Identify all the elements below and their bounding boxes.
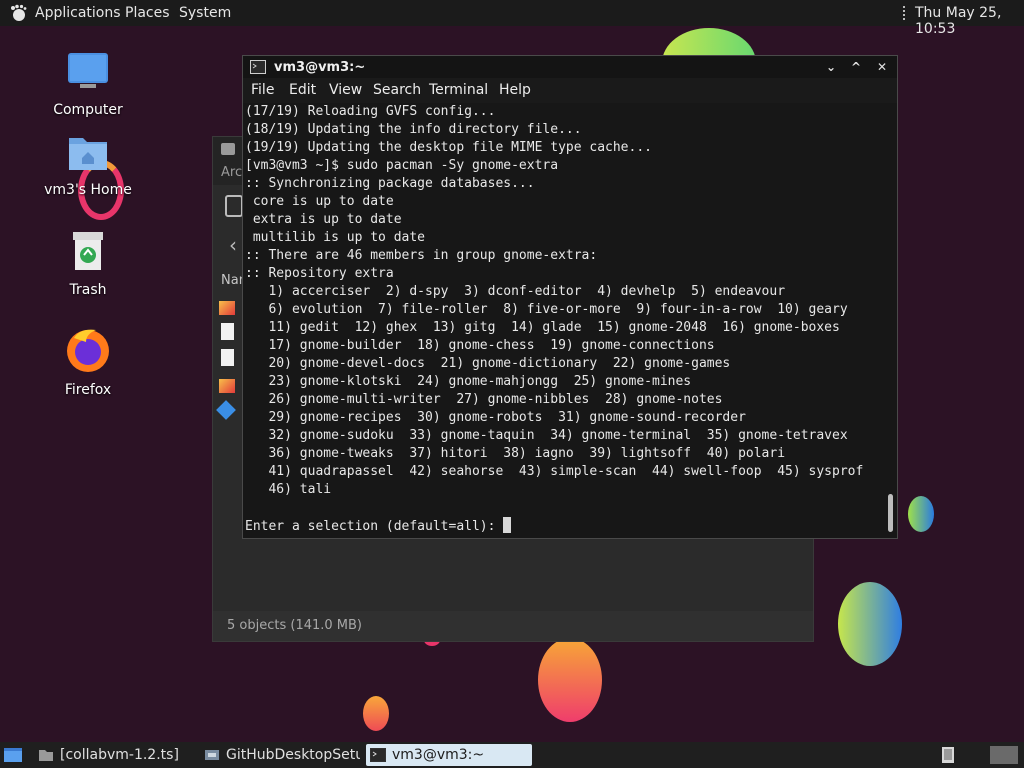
desktop-icon-label: vm3's Home bbox=[44, 182, 132, 198]
desktop-icon-label: Firefox bbox=[64, 382, 112, 398]
terminal-line: 1) accerciser 2) d-spy 3) dconf-editor 4… bbox=[245, 284, 786, 299]
terminal-line: :: Repository extra bbox=[245, 266, 394, 281]
applications-menu[interactable]: Applications bbox=[35, 5, 121, 21]
terminal-line: 36) gnome-tweaks 37) hitori 38) iagno 39… bbox=[245, 446, 786, 461]
terminal-title: vm3@vm3:~ bbox=[274, 60, 366, 75]
wallpaper-blob bbox=[908, 496, 934, 532]
file-icon[interactable] bbox=[219, 379, 235, 393]
top-panel: Applications Places System Thu May 25, 1… bbox=[0, 0, 1024, 37]
trash-icon bbox=[73, 232, 103, 270]
terminal-line: [vm3@vm3 ~]$ sudo pacman -Sy gnome-extra bbox=[245, 158, 559, 173]
file-manager-statusbar: 5 objects (141.0 MB) bbox=[213, 611, 813, 641]
terminal-output[interactable]: (17/19) Reloading GVFS config... (18/19) … bbox=[245, 103, 879, 536]
back-arrow-icon[interactable]: ‹ bbox=[229, 233, 237, 257]
terminal-line: 26) gnome-multi-writer 27) gnome-nibbles… bbox=[245, 392, 723, 407]
installer-icon bbox=[205, 750, 219, 760]
desktop-icon-computer[interactable]: Computer bbox=[38, 50, 138, 118]
terminal-scrollbar[interactable] bbox=[888, 494, 893, 532]
file-icon[interactable] bbox=[221, 349, 234, 366]
places-menu[interactable]: Places bbox=[125, 5, 170, 21]
terminal-line: 20) gnome-devel-docs 21) gnome-dictionar… bbox=[245, 356, 731, 371]
taskbar-task[interactable]: vm3@vm3:~ bbox=[366, 744, 532, 766]
taskbar-task-label: [collabvm-1.2.ts] bbox=[60, 747, 179, 763]
terminal-line: 6) evolution 7) file-roller 8) five-or-m… bbox=[245, 302, 848, 317]
taskbar-task-label: vm3@vm3:~ bbox=[392, 747, 485, 763]
taskbar-task[interactable]: [collabvm-1.2.ts] bbox=[34, 744, 184, 766]
taskbar: [collabvm-1.2.ts] GitHubDesktopSetu... vm3… bbox=[0, 742, 1024, 768]
home-folder-icon bbox=[69, 138, 107, 170]
file-manager-tool-icon[interactable] bbox=[225, 195, 243, 217]
taskbar-task-label: GitHubDesktopSetu... bbox=[226, 747, 360, 763]
file-icon[interactable] bbox=[221, 323, 234, 340]
file-icon[interactable] bbox=[216, 400, 236, 420]
desktop-icon-trash[interactable]: Trash bbox=[38, 230, 138, 298]
terminal-line: 46) tali bbox=[245, 482, 332, 497]
menu-view[interactable]: View bbox=[329, 82, 362, 98]
menu-file[interactable]: File bbox=[251, 82, 274, 98]
computer-icon bbox=[68, 53, 108, 88]
maximize-icon[interactable]: ^ bbox=[848, 59, 864, 75]
workspace-switcher-icon[interactable] bbox=[940, 746, 956, 764]
terminal-line: 23) gnome-klotski 24) gnome-mahjongg 25)… bbox=[245, 374, 692, 389]
terminal-line: 11) gedit 12) ghex 13) gitg 14) glade 15… bbox=[245, 320, 840, 335]
text-cursor bbox=[503, 517, 512, 533]
terminal-prompt: Enter a selection (default=all): bbox=[245, 519, 504, 534]
file-manager-title: Arc bbox=[221, 165, 243, 180]
menu-edit[interactable]: Edit bbox=[289, 82, 316, 98]
file-manager-app-icon bbox=[221, 143, 235, 155]
wallpaper-blob bbox=[363, 696, 389, 731]
taskbar-task[interactable]: GitHubDesktopSetu... bbox=[200, 744, 360, 766]
gnome-foot-icon[interactable] bbox=[9, 4, 27, 22]
terminal-line: (18/19) Updating the info directory file… bbox=[245, 122, 582, 137]
status-text: 5 objects (141.0 MB) bbox=[227, 618, 362, 633]
wallpaper-blob bbox=[538, 638, 602, 722]
terminal-line: extra is up to date bbox=[245, 212, 402, 227]
terminal-line: core is up to date bbox=[245, 194, 394, 209]
terminal-line: 41) quadrapassel 42) seahorse 43) simple… bbox=[245, 464, 864, 479]
folder-icon bbox=[39, 750, 53, 761]
wallpaper-blob bbox=[838, 582, 902, 666]
terminal-line: multilib is up to date bbox=[245, 230, 426, 245]
terminal-line: :: There are 46 members in group gnome-e… bbox=[245, 248, 598, 263]
terminal-window[interactable]: vm3@vm3:~ ⌄ ^ ✕ File Edit View Search Te… bbox=[242, 55, 898, 539]
menu-terminal[interactable]: Terminal bbox=[429, 82, 488, 98]
system-menu[interactable]: System bbox=[179, 5, 231, 21]
desktop-icon-label: Computer bbox=[53, 102, 123, 118]
show-desktop-icon[interactable] bbox=[3, 746, 23, 764]
terminal-line: 32) gnome-sudoku 33) gnome-taquin 34) gn… bbox=[245, 428, 848, 443]
terminal-app-icon bbox=[250, 60, 266, 74]
terminal-line: (17/19) Reloading GVFS config... bbox=[245, 104, 496, 119]
desktop-icon-firefox[interactable]: Firefox bbox=[38, 326, 138, 398]
close-icon[interactable]: ✕ bbox=[874, 59, 890, 75]
terminal-titlebar[interactable]: vm3@vm3:~ ⌄ ^ ✕ bbox=[243, 56, 897, 78]
desktop-icon-home[interactable]: vm3's Home bbox=[38, 130, 138, 198]
workspace-indicator[interactable] bbox=[990, 746, 1018, 764]
chevron-down-icon[interactable]: ⌄ bbox=[823, 59, 839, 75]
terminal-menubar: File Edit View Search Terminal Help bbox=[243, 78, 897, 103]
terminal-line: :: Synchronizing package databases... bbox=[245, 176, 535, 191]
desktop-icon-label: Trash bbox=[69, 282, 107, 298]
menu-search[interactable]: Search bbox=[373, 82, 421, 98]
menu-help[interactable]: Help bbox=[499, 82, 531, 98]
terminal-prompt-line[interactable]: Enter a selection (default=all): bbox=[245, 517, 879, 536]
clock[interactable]: Thu May 25, 10:53 bbox=[915, 5, 1024, 37]
terminal-icon bbox=[370, 748, 386, 762]
firefox-icon bbox=[67, 329, 109, 372]
terminal-line: (19/19) Updating the desktop file MIME t… bbox=[245, 140, 652, 155]
terminal-line: 29) gnome-recipes 30) gnome-robots 31) g… bbox=[245, 410, 746, 425]
panel-separator-icon bbox=[903, 6, 908, 20]
file-icon[interactable] bbox=[219, 301, 235, 315]
terminal-line: 17) gnome-builder 18) gnome-chess 19) gn… bbox=[245, 338, 715, 353]
